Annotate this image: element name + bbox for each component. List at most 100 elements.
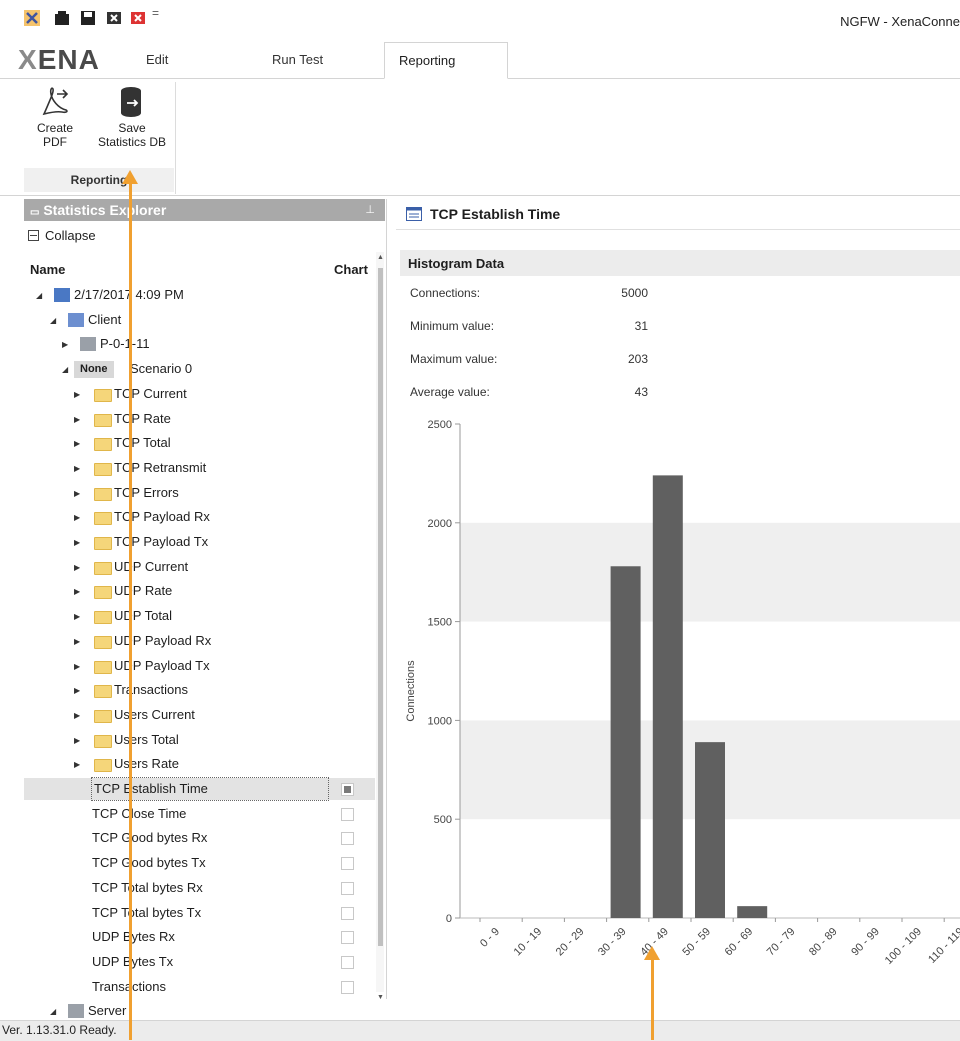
scroll-up-icon[interactable]: ▲ [377,254,384,261]
column-header-name[interactable]: Name [30,262,65,277]
x-tick-label: 0 - 9 [478,926,502,950]
open-icon[interactable] [54,10,70,26]
histogram-bar [610,566,641,918]
folder-icon [94,537,112,550]
report-icon [54,288,70,302]
expand-arrow-icon[interactable]: ▶ [74,563,80,572]
tree-item-label: TCP Retransmit [114,460,207,475]
expand-arrow-icon[interactable]: ▶ [74,489,80,498]
chart-checkbox[interactable] [341,956,354,969]
expand-arrow-icon[interactable]: ▶ [74,439,80,448]
close-window-icon[interactable] [106,10,122,26]
y-tick-label: 1500 [428,617,452,629]
chart-checkbox[interactable] [341,882,354,895]
expand-arrow-icon[interactable]: ▶ [62,340,68,349]
stat-value-average: 43 [634,385,648,399]
ribbon-separator [175,82,176,194]
scenario-badge: None [74,361,114,378]
tree-item[interactable] [24,432,344,454]
tree-item[interactable] [24,729,344,751]
server-icon [68,1004,84,1018]
collapse-arrow-icon[interactable]: ◢ [50,316,56,325]
scroll-down-icon[interactable]: ▼ [377,994,384,1001]
tree-item-label: Users Total [114,732,179,747]
save-statistics-db-button[interactable]: Save Statistics DB [94,86,170,149]
chart-checkbox[interactable] [341,907,354,920]
tree-item[interactable] [24,482,344,504]
expand-arrow-icon[interactable]: ▶ [74,464,80,473]
chart-checkbox[interactable] [341,857,354,870]
expand-arrow-icon[interactable]: ▶ [74,415,80,424]
tree-item[interactable] [24,408,344,430]
exit-icon[interactable] [130,10,146,26]
pin-icon[interactable]: ⊥ [365,199,375,221]
tree-item[interactable] [24,284,344,306]
tree-item-label: TCP Total bytes Tx [92,905,202,920]
folder-icon [94,710,112,723]
folder-icon [94,512,112,525]
tree-item-label: TCP Establish Time [91,777,329,801]
tree-item-label: TCP Errors [114,485,179,500]
tree-item-label: TCP Rate [114,411,171,426]
expand-arrow-icon[interactable]: ▶ [74,637,80,646]
stat-label-maximum: Maximum value: [410,352,498,366]
annotation-arrow-shaft-left [129,184,132,1040]
create-pdf-label: Create PDF [36,121,74,149]
chart-checkbox[interactable] [341,931,354,944]
window-title: NGFW - XenaConne [840,14,960,29]
expand-arrow-icon[interactable]: ▶ [74,686,80,695]
expand-arrow-icon[interactable]: ▶ [74,390,80,399]
tree-item-label: P-0-1-11 [100,336,150,351]
expand-arrow-icon[interactable]: ▶ [74,736,80,745]
tree-scrollbar-thumb[interactable] [378,268,383,946]
folder-icon [94,463,112,476]
ribbon-group-reporting: Reporting [24,168,174,192]
save-icon[interactable] [80,10,96,26]
tree-item[interactable] [24,976,344,998]
tree-item-label: TCP Total bytes Rx [92,880,203,895]
tree-item[interactable] [24,926,344,948]
chart-checkbox[interactable] [341,832,354,845]
expand-arrow-icon[interactable]: ▶ [74,587,80,596]
column-header-chart[interactable]: Chart [334,262,368,277]
collapse-arrow-icon[interactable]: ◢ [50,1007,56,1016]
x-tick-label: 20 - 29 [554,926,587,959]
save-statistics-db-label: Save Statistics DB [97,121,166,149]
expand-arrow-icon[interactable]: ▶ [74,760,80,769]
collapse-button[interactable]: Collapse [28,228,96,243]
chart-checkbox[interactable] [341,808,354,821]
tree-item[interactable] [24,753,344,775]
expand-arrow-icon[interactable]: ▶ [74,711,80,720]
report-title: TCP Establish Time [430,206,561,222]
expand-arrow-icon[interactable]: ▶ [74,538,80,547]
folder-icon [94,685,112,698]
expand-arrow-icon[interactable]: ▶ [74,612,80,621]
collapse-arrow-icon[interactable]: ◢ [36,291,42,300]
tree-item[interactable] [24,333,344,355]
computer-icon [68,313,84,327]
create-pdf-button[interactable]: Create PDF [30,86,80,149]
explorer-header-icon: ▭ [30,207,40,218]
tab-reporting-label: Reporting [399,53,456,68]
x-tick-label: 70 - 79 [765,926,798,959]
quick-access-dropdown-icon[interactable]: = [152,6,168,22]
chart-checkbox[interactable] [341,981,354,994]
database-icon [94,86,170,121]
tab-edit[interactable]: Edit [146,52,168,67]
tree-item[interactable] [24,580,344,602]
collapse-arrow-icon[interactable]: ◢ [62,365,68,374]
expand-arrow-icon[interactable]: ▶ [74,513,80,522]
stat-label-average: Average value: [410,385,490,399]
histogram-chart: 0 500 1000 1500 2000 2500 Connections 0 - 9 10 -… [405,419,960,967]
tree-item[interactable] [24,951,344,973]
tree-item-label: TCP Close Time [92,806,187,821]
folder-icon [94,611,112,624]
tab-run-test[interactable]: Run Test [272,52,323,67]
tab-reporting[interactable]: Reporting [384,42,508,79]
folder-icon [94,488,112,501]
expand-arrow-icon[interactable]: ▶ [74,662,80,671]
logo-x: X [18,44,38,75]
stat-value-connections: 5000 [621,286,648,300]
chart-checkbox[interactable] [341,783,354,796]
tree-item[interactable] [24,605,344,627]
